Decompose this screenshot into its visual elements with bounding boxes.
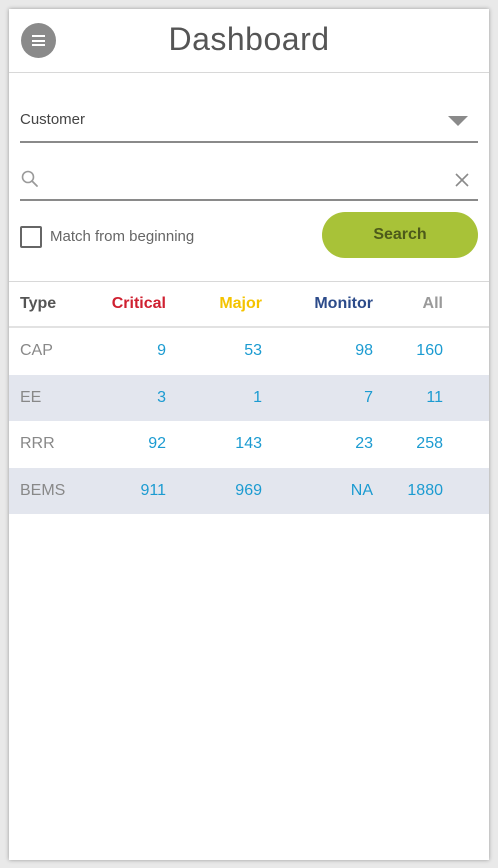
row-monitor[interactable]: 7 <box>364 375 373 422</box>
header-type: Type <box>20 295 57 312</box>
app-window: Dashboard Customer Match from beginning … <box>9 9 489 860</box>
search-field <box>20 163 478 201</box>
header-critical: Critical <box>111 295 166 312</box>
row-critical[interactable]: 9 <box>157 328 166 375</box>
table-row: BEMS 911 969 NA 1880 <box>9 467 489 515</box>
summary-table: Type Critical Major Monitor All CAP 9 53… <box>9 282 489 514</box>
match-checkbox[interactable] <box>20 226 42 248</box>
search-icon <box>21 170 38 187</box>
row-all[interactable]: 160 <box>416 328 443 375</box>
table-row: EE 3 1 7 11 <box>9 374 489 422</box>
row-type: RRR <box>20 435 55 453</box>
table-row: CAP 9 53 98 160 <box>9 328 489 375</box>
row-monitor[interactable]: NA <box>351 468 373 515</box>
row-major[interactable]: 969 <box>235 468 262 515</box>
search-input[interactable] <box>48 165 438 195</box>
row-critical[interactable]: 92 <box>148 421 166 468</box>
row-type: CAP <box>20 342 53 360</box>
match-label: Match from beginning <box>50 228 195 245</box>
caret-down-icon <box>448 116 468 126</box>
row-critical[interactable]: 911 <box>140 468 166 515</box>
header-bar: Dashboard <box>9 9 489 73</box>
row-all[interactable]: 1880 <box>407 468 443 515</box>
header-major: Major <box>219 295 262 312</box>
row-critical[interactable]: 3 <box>157 375 166 422</box>
select-value: Customer <box>20 111 86 128</box>
header-all: All <box>422 295 443 312</box>
header-monitor: Monitor <box>314 295 373 312</box>
row-all[interactable]: 258 <box>416 421 443 468</box>
row-all[interactable]: 11 <box>426 375 443 422</box>
table-row: RRR 92 143 23 258 <box>9 421 489 468</box>
page-title: Dashboard <box>168 21 330 57</box>
search-button[interactable]: Search <box>322 212 478 258</box>
customer-select[interactable]: Customer <box>20 105 478 143</box>
row-monitor[interactable]: 98 <box>355 328 373 375</box>
table-header: Type Critical Major Monitor All <box>9 282 489 328</box>
row-major[interactable]: 53 <box>244 328 262 375</box>
row-major[interactable]: 1 <box>253 375 262 422</box>
close-icon[interactable] <box>454 172 470 188</box>
row-monitor[interactable]: 23 <box>355 421 373 468</box>
row-type: BEMS <box>20 481 66 499</box>
row-type: EE <box>20 388 42 406</box>
row-major[interactable]: 143 <box>235 421 262 468</box>
